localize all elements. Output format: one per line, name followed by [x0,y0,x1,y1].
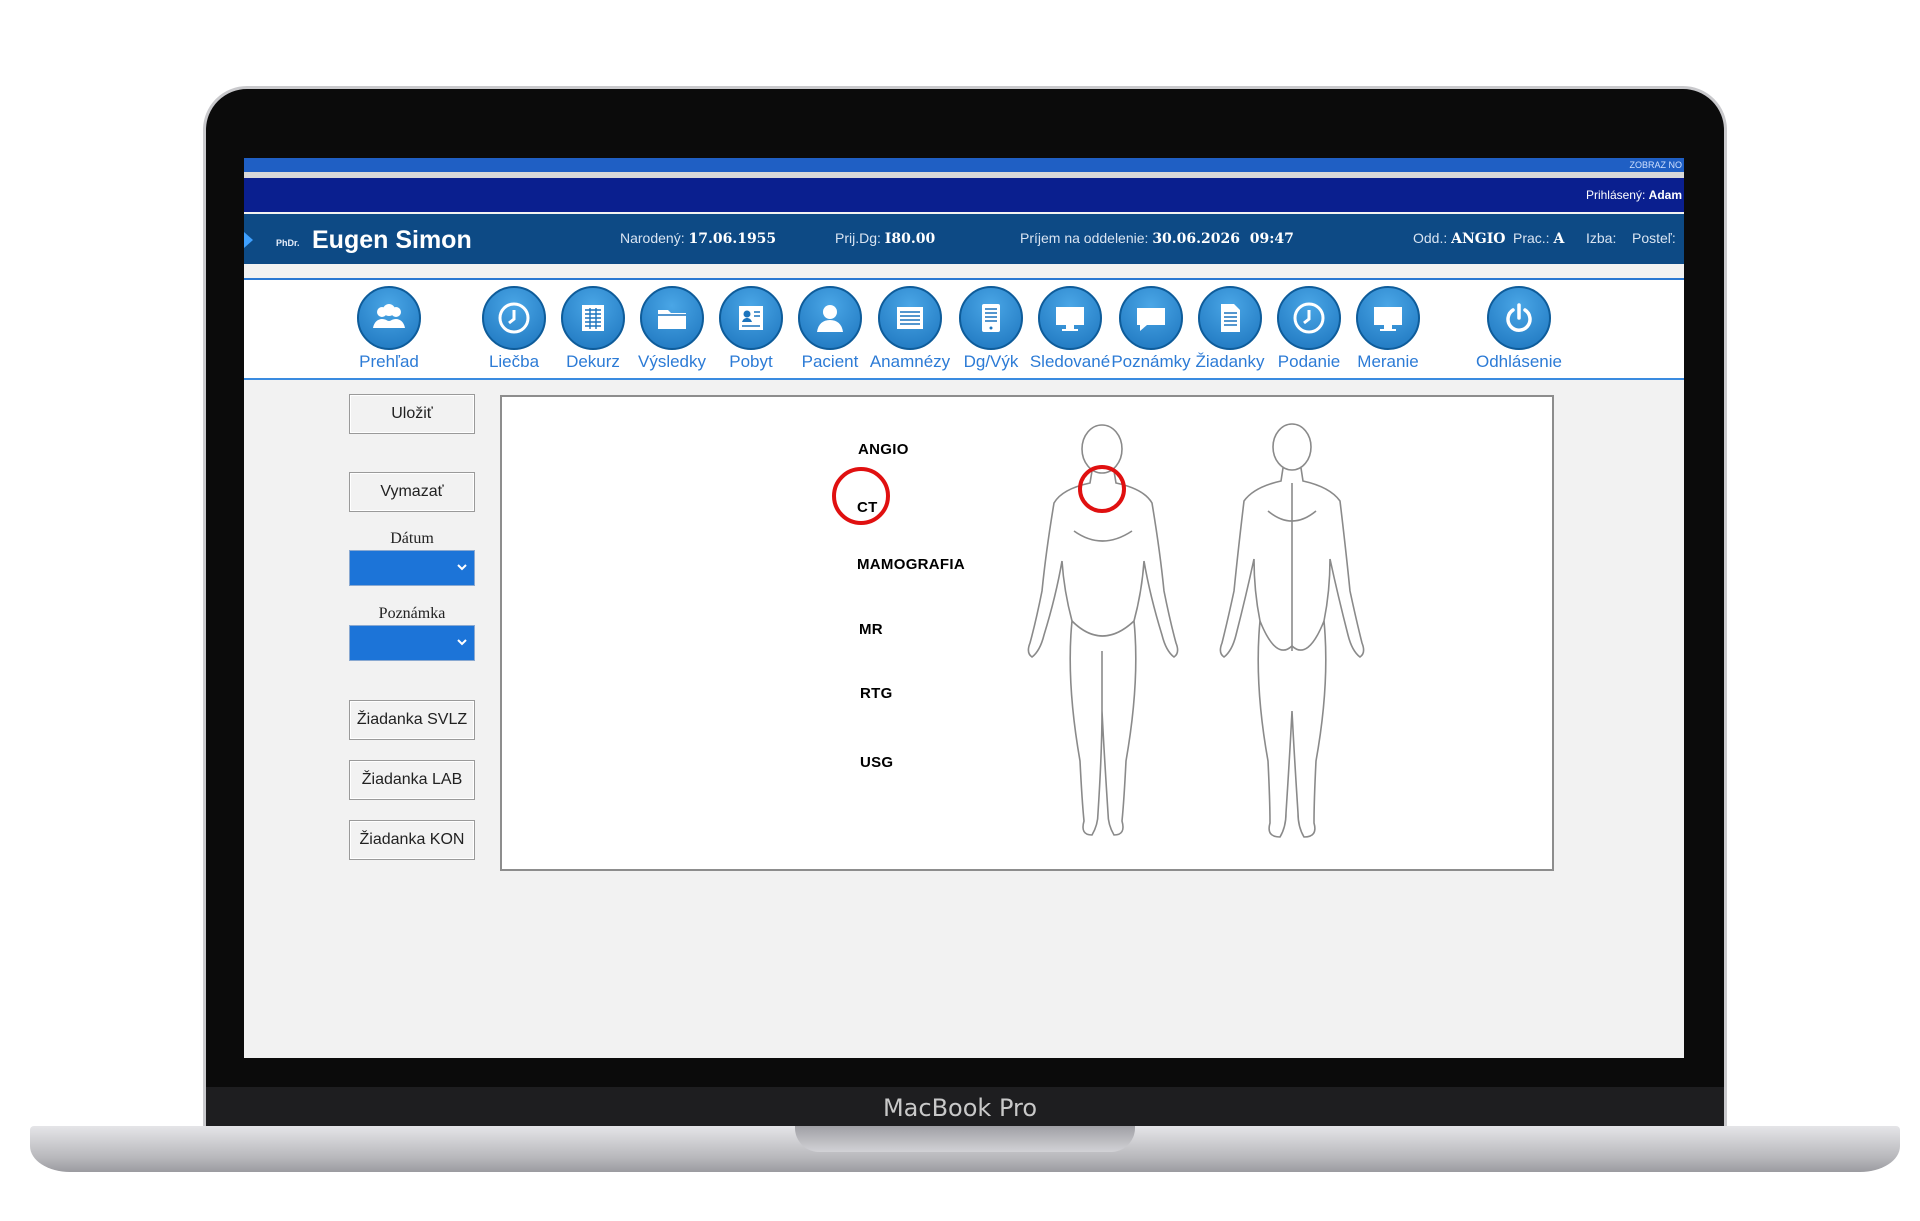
toolbar-item-dekurz[interactable]: Dekurz [548,286,638,372]
toolbar-item-odhlasenie[interactable]: Odhlásenie [1474,286,1564,372]
clock-icon [1277,286,1341,350]
patient-bar: PhDr. Eugen Simon Narodený: 17.06.1955 P… [244,214,1684,264]
toolbar-item-sledovane[interactable]: Sledované [1025,286,1115,372]
clock-icon [482,286,546,350]
modality-usg[interactable]: USG [860,754,893,771]
toolbar-item-meranie[interactable]: Meranie [1343,286,1433,372]
patient-name: Eugen Simon [312,226,472,254]
request-lab-button[interactable]: Žiadanka LAB [349,760,475,800]
birth-date-label: Narodený: [620,230,685,246]
modality-rtg[interactable]: RTG [860,685,893,702]
toolbar-item-pacient[interactable]: Pacient [785,286,875,372]
save-button[interactable]: Uložiť [349,394,475,434]
request-svlz-button[interactable]: Žiadanka SVLZ [349,700,475,740]
toolbar-label: Dekurz [566,352,620,371]
request-kon-button[interactable]: Žiadanka KON [349,820,475,860]
toolbar-label: Výsledky [637,352,707,371]
logged-in-label: Prihlásený: [1585,188,1646,202]
toolbar-label: Pacient [801,352,859,371]
body-region-marker [1078,465,1126,513]
modality-mr[interactable]: MR [859,621,883,638]
toolbar-label: Pobyt [729,352,773,371]
expand-arrow-icon[interactable] [244,232,253,248]
admission-diagnosis: Prij.Dg: I80.00 [835,230,935,247]
toolbar-label: Sledované [1029,352,1111,371]
toolbar-item-podanie[interactable]: Podanie [1264,286,1354,372]
power-icon [1487,286,1551,350]
toolbar-label: Poznámky [1111,352,1191,371]
workplace: Prac.: A [1513,230,1564,247]
toolbar-item-ziadanky[interactable]: Žiadanky [1185,286,1275,372]
user-bar: Prihlásený: Adam [244,178,1684,212]
toolbar-item-vysledky[interactable]: Výsledky [627,286,717,372]
toolbar-item-prehlad[interactable]: Prehľad [344,286,434,372]
toolbar-label: Anamnézy [869,352,951,371]
logged-in-user: Adam [1648,188,1682,202]
users-icon [357,286,421,350]
toolbar-item-dg-vyk[interactable]: Dg/Výk [946,286,1036,372]
folder-icon [640,286,704,350]
department-label: Odd.: [1413,230,1448,246]
admission-value: 30.06.2026 09:47 [1152,231,1294,247]
divider [244,378,1684,380]
toolbar-label: Liečba [488,352,540,371]
notify-link[interactable]: ZOBRAZ NO [1629,158,1684,172]
modality-mamografia[interactable]: MAMOGRAFIA [857,556,965,573]
chevron-down-icon [457,564,467,571]
monitor-icon [1356,286,1420,350]
date-label: Dátum [390,530,434,547]
modality-angio[interactable]: ANGIO [858,441,909,458]
toolbar-label: Odhlásenie [1475,352,1562,371]
id-card-icon [719,286,783,350]
admission-label: Príjem na oddelenie: [1020,230,1149,246]
birth-date-value: 17.06.1955 [688,231,777,247]
workplace-label: Prac.: [1513,230,1550,246]
monitor-icon [1038,286,1102,350]
delete-button[interactable]: Vymazať [349,472,475,512]
department: Odd.: ANGIO [1413,230,1506,247]
toolbar-label: Prehľad [359,352,419,371]
chat-icon [1119,286,1183,350]
note-label: Poznámka [378,605,446,622]
bed-label: Posteľ: [1632,230,1676,246]
toolbar-label: Dg/Výk [963,352,1019,371]
device-brand: MacBook Pro [882,1094,1038,1122]
date-select[interactable] [349,550,475,586]
diagnosis-value: I80.00 [884,231,936,247]
main-toolbar: Prehľad Liečba Dekurz Výsledky Pobyt Pac… [244,280,1684,378]
top-stripe [244,158,1684,172]
workplace-value: A [1553,231,1565,247]
tablet-icon [959,286,1023,350]
app-screen: ZOBRAZ NO Prihlásený: Adam PhDr. Eugen S… [244,158,1684,1058]
toolbar-label: Žiadanky [1195,352,1265,371]
table-icon [561,286,625,350]
person-icon [798,286,862,350]
list-icon [878,286,942,350]
toolbar-label: Meranie [1357,352,1419,371]
birth-date: Narodený: 17.06.1955 [620,230,776,247]
toolbar-item-liecba[interactable]: Liečba [469,286,559,372]
note-select[interactable] [349,625,475,661]
toolbar-item-pobyt[interactable]: Pobyt [706,286,796,372]
document-icon [1198,286,1262,350]
toolbar-item-poznamky[interactable]: Poznámky [1106,286,1196,372]
selected-modality-marker [832,467,890,525]
diagnosis-label: Prij.Dg: [835,230,881,246]
request-panel: ANGIO CT MAMOGRAFIA MR RTG USG [500,395,1554,871]
room-label: Izba: [1586,230,1617,246]
body-diagram[interactable] [1022,421,1382,861]
toolbar-item-anamnezy[interactable]: Anamnézy [865,286,955,372]
department-value: ANGIO [1451,231,1506,247]
laptop-notch [795,1126,1135,1152]
toolbar-label: Podanie [1277,352,1341,371]
chevron-down-icon [457,639,467,646]
admission-date: Príjem na oddelenie: 30.06.2026 09:47 [1020,230,1294,247]
patient-title: PhDr. [276,238,300,248]
